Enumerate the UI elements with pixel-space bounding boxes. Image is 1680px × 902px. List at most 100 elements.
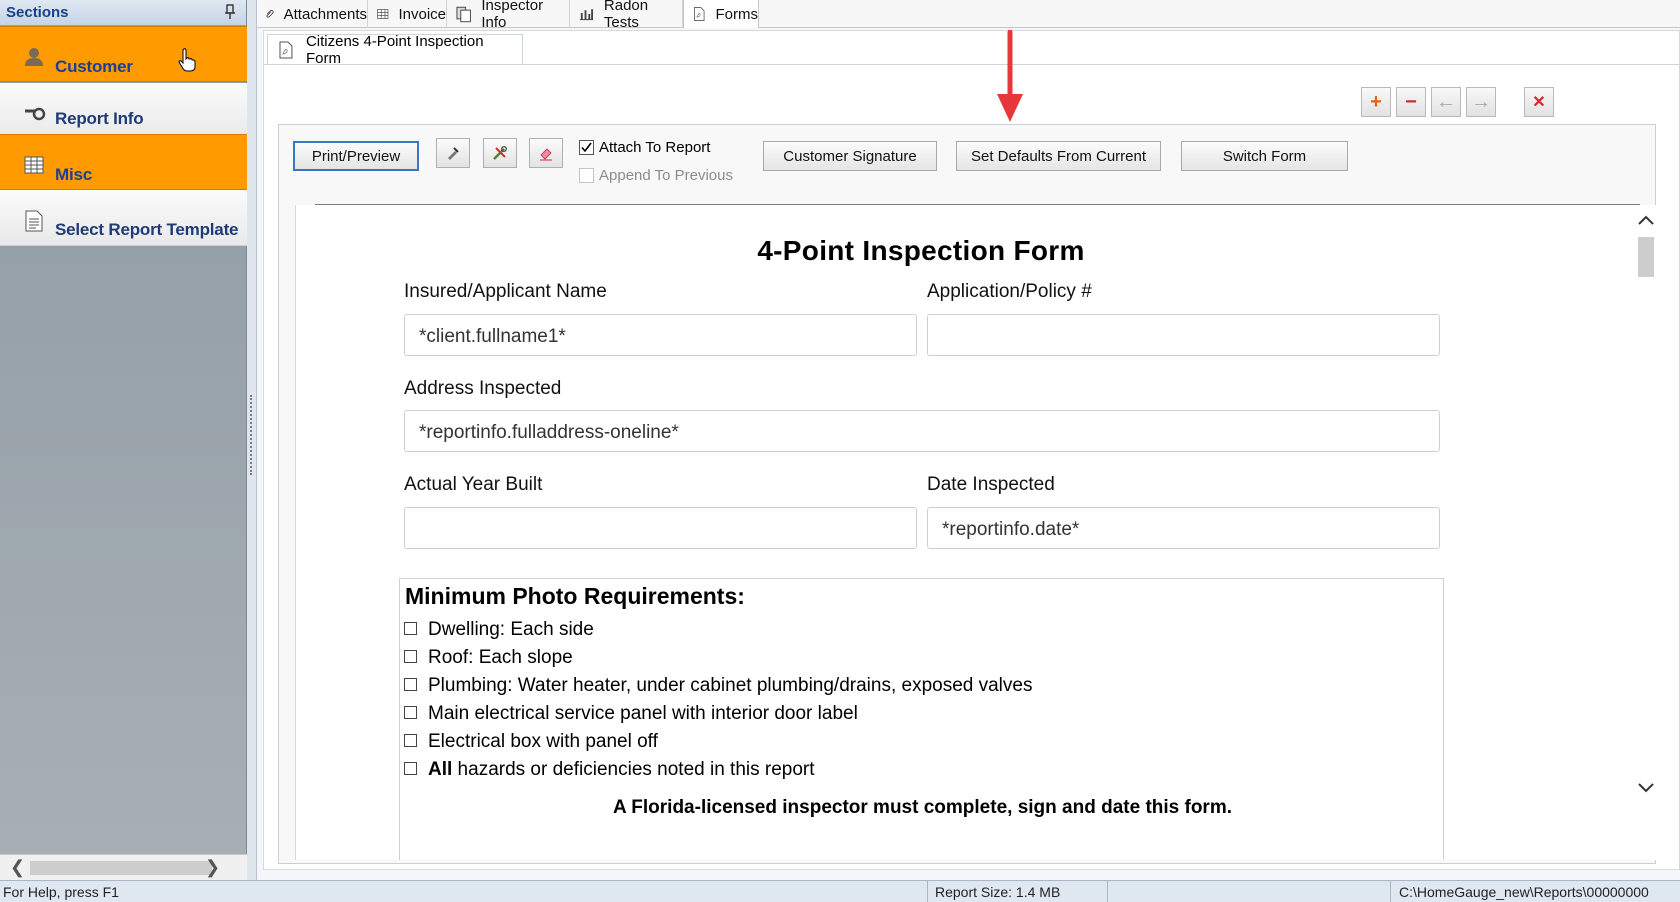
sidebar-title: Sections	[6, 4, 69, 21]
documents-icon	[456, 6, 471, 23]
tab-label: Inspector Info	[481, 0, 544, 31]
form-editor-panel: Print/Preview Attach To Report Append To…	[278, 124, 1656, 864]
tools-button[interactable]	[483, 138, 517, 168]
form-tab-citizens[interactable]: Citizens 4-Point Inspection Form	[267, 32, 523, 67]
tab-radon-tests[interactable]: Radon Tests	[570, 0, 683, 31]
scroll-down-icon[interactable]	[1637, 781, 1655, 799]
policy-number-label: Application/Policy #	[927, 281, 1092, 302]
insured-name-label: Insured/Applicant Name	[404, 281, 607, 302]
photo-item-text: hazards or deficiencies noted in this re…	[452, 759, 815, 780]
form-tab-divider	[264, 64, 1680, 65]
stamp-tool-button[interactable]	[436, 138, 470, 168]
set-defaults-button[interactable]: Set Defaults From Current	[956, 141, 1161, 171]
address-label: Address Inspected	[404, 378, 562, 399]
photo-requirements-title: Minimum Photo Requirements:	[405, 583, 745, 609]
photo-item[interactable]: Main electrical service panel with inter…	[404, 703, 858, 725]
date-inspected-input[interactable]: *reportinfo.date*	[927, 507, 1440, 549]
pin-icon[interactable]	[224, 4, 236, 20]
eraser-icon	[540, 148, 552, 161]
scroll-left-icon[interactable]: ❮	[10, 857, 25, 878]
date-inspected-label: Date Inspected	[927, 474, 1055, 495]
tools-icon	[493, 146, 507, 160]
photo-item-text: Main electrical service panel with inter…	[428, 703, 858, 724]
checkbox-label: Attach To Report	[599, 139, 711, 156]
photo-item[interactable]: Dwelling: Each side	[404, 619, 594, 641]
help-status: For Help, press F1	[3, 884, 119, 900]
scroll-thumb[interactable]	[30, 861, 212, 875]
person-icon	[24, 47, 44, 67]
stamp-icon	[448, 147, 459, 160]
photo-item-bold: All	[428, 759, 453, 780]
switch-form-button[interactable]: Switch Form	[1181, 141, 1348, 171]
photo-checkbox[interactable]	[404, 677, 417, 691]
section-customer[interactable]: Customer	[0, 26, 247, 82]
checkbox-box[interactable]	[579, 168, 594, 183]
status-separator	[927, 881, 928, 902]
red-arrow-annotation	[997, 30, 1023, 122]
checkbox-box[interactable]	[579, 140, 594, 155]
document-icon	[24, 210, 44, 232]
section-misc[interactable]: Misc	[0, 134, 247, 190]
tab-inspector-info[interactable]: Inspector Info	[447, 0, 570, 31]
photo-checkbox[interactable]	[404, 761, 417, 775]
florida-license-note: A Florida-licensed inspector must comple…	[612, 797, 1232, 818]
year-built-input[interactable]	[404, 507, 917, 549]
section-select-report-template[interactable]: Select Report Template	[0, 190, 247, 246]
next-form-button[interactable]: →	[1466, 87, 1496, 117]
tab-label: Invoice	[398, 5, 446, 23]
scroll-thumb[interactable]	[1638, 237, 1654, 277]
remove-form-button[interactable]: −	[1396, 87, 1426, 117]
customer-signature-button[interactable]: Customer Signature	[763, 141, 937, 171]
tab-label: Attachments	[283, 5, 367, 23]
document-vertical-scrollbar[interactable]	[1636, 205, 1656, 860]
path-status: C:\HomeGauge_new\Reports\00000000	[1399, 884, 1649, 900]
photo-checkbox[interactable]	[404, 705, 417, 719]
sidebar-horizontal-scrollbar[interactable]: ❮ ❯	[0, 854, 247, 880]
photo-checkbox[interactable]	[404, 621, 417, 635]
tab-forms[interactable]: Forms	[683, 0, 759, 28]
photo-requirements-box: Minimum Photo Requirements: Dwelling: Ea…	[399, 578, 1444, 860]
report-size-status: Report Size: 1.4 MB	[935, 884, 1061, 900]
splitter-grip[interactable]	[250, 395, 253, 475]
section-label: Select Report Template	[55, 220, 239, 239]
address-input[interactable]: *reportinfo.fulladdress-oneline*	[404, 410, 1440, 452]
magnifier-icon	[24, 103, 46, 123]
tab-attachments[interactable]: Attachments	[257, 0, 368, 28]
section-report-info[interactable]: Report Info	[0, 83, 247, 139]
sidebar-header: Sections	[0, 0, 246, 26]
year-built-label: Actual Year Built	[404, 474, 543, 495]
top-tab-bar: Attachments Invoice Inspector Info Radon…	[257, 0, 1680, 31]
sections-sidebar: Sections Customer Report Info Misc Selec…	[0, 0, 247, 880]
pdf-icon	[279, 41, 293, 58]
checkmark-icon	[581, 142, 592, 153]
tab-invoice[interactable]: Invoice	[368, 0, 447, 28]
photo-checkbox[interactable]	[404, 649, 417, 663]
insured-name-input[interactable]: *client.fullname1*	[404, 314, 917, 356]
eraser-button[interactable]	[529, 138, 563, 168]
previous-form-button[interactable]: ←	[1431, 87, 1461, 117]
photo-item[interactable]: Electrical box with panel off	[404, 731, 658, 753]
checkbox-label: Append To Previous	[599, 167, 733, 184]
photo-item[interactable]: Plumbing: Water heater, under cabinet pl…	[404, 675, 1032, 697]
splitter[interactable]	[247, 0, 257, 880]
attach-to-report-checkbox[interactable]: Attach To Report	[579, 139, 710, 156]
photo-item-text: Plumbing: Water heater, under cabinet pl…	[428, 675, 1033, 696]
tab-label: Radon Tests	[603, 0, 649, 31]
close-form-button[interactable]: ✕	[1524, 87, 1554, 117]
section-label: Customer	[55, 57, 133, 76]
scroll-right-icon[interactable]: ❯	[205, 857, 220, 878]
photo-item[interactable]: Roof: Each slope	[404, 647, 573, 669]
photo-item[interactable]: All hazards or deficiencies noted in thi…	[404, 759, 815, 781]
section-label: Misc	[55, 165, 92, 184]
print-preview-button[interactable]: Print/Preview	[293, 141, 419, 171]
status-separator	[1107, 881, 1108, 902]
add-form-button[interactable]: +	[1361, 87, 1391, 117]
photo-checkbox[interactable]	[404, 733, 417, 747]
hand-cursor-icon	[178, 48, 196, 72]
policy-number-input[interactable]	[927, 314, 1440, 356]
tab-label: Forms	[715, 5, 759, 23]
form-tab-label: Citizens 4-Point Inspection Form	[305, 32, 484, 67]
append-to-previous-checkbox[interactable]: Append To Previous	[579, 167, 733, 184]
document-title: 4-Point Inspection Form	[757, 235, 1085, 266]
scroll-up-icon[interactable]	[1637, 213, 1655, 231]
